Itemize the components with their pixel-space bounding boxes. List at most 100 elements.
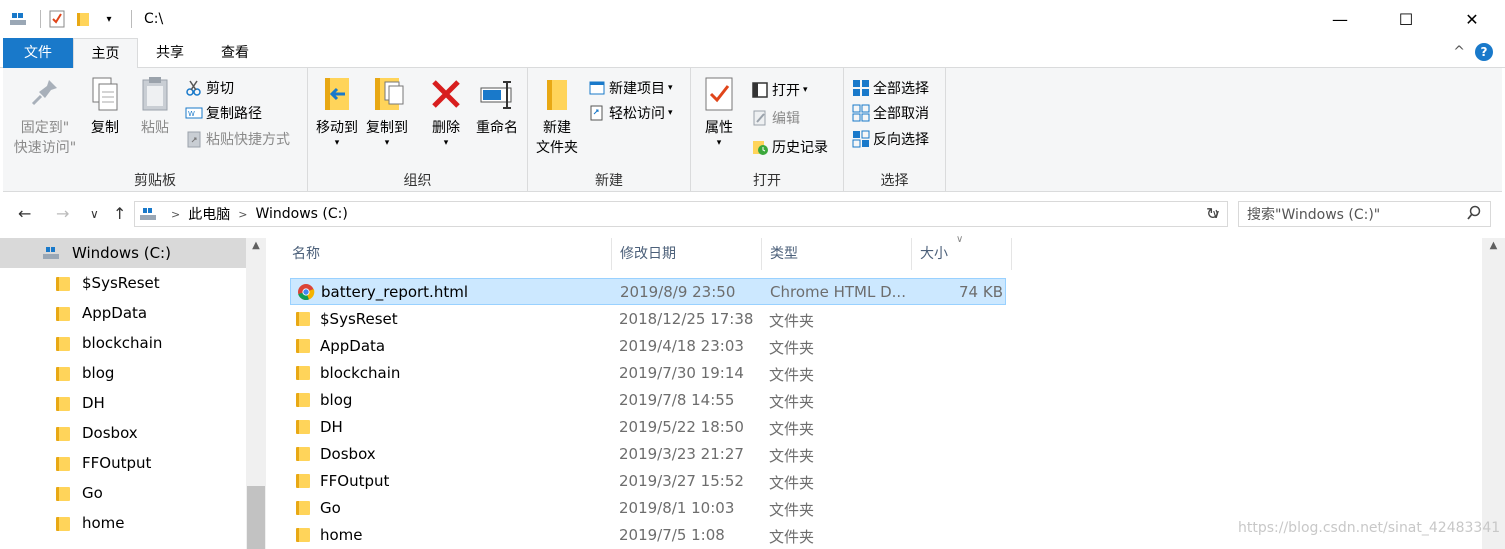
minimize-button[interactable]: — [1307, 0, 1373, 38]
recent-locations-button[interactable]: ∨ [90, 207, 99, 221]
new-item-icon [588, 79, 606, 97]
invert-selection-button[interactable]: 反向选择 [852, 127, 929, 151]
nav-item-appdata[interactable]: AppData [0, 298, 246, 328]
new-item-button[interactable]: 新建项目 ▾ [588, 76, 673, 100]
new-folder-button[interactable]: 新建 文件夹 [532, 74, 582, 158]
select-none-button[interactable]: 全部取消 [852, 101, 929, 125]
scroll-up-icon[interactable]: ▲ [1482, 240, 1505, 251]
breadcrumb-chevron[interactable]: > [171, 208, 180, 221]
history-label: 历史记录 [772, 140, 828, 156]
maximize-button[interactable]: ☐ [1373, 0, 1439, 38]
properties-button[interactable]: 属性 ▾ [699, 74, 739, 148]
edit-button[interactable]: 编辑 [751, 106, 800, 130]
organize-group-label: 组织 [403, 173, 432, 189]
file-row[interactable]: blog 2019/7/8 14:55 文件夹 [290, 387, 1006, 414]
properties-icon-large [701, 74, 737, 114]
file-date: 2019/5/22 18:50 [619, 418, 744, 436]
easy-access-button[interactable]: 轻松访问 ▾ [588, 101, 673, 125]
file-row[interactable]: DH 2019/5/22 18:50 文件夹 [290, 414, 1006, 441]
nav-item-sysreset[interactable]: $SysReset [0, 268, 246, 298]
history-button[interactable]: 历史记录 [751, 135, 828, 159]
pin-label-line2: 快速访问" [13, 140, 77, 156]
rename-button[interactable]: 重命名 [472, 74, 522, 138]
open-dropdown-icon: ▾ [803, 85, 808, 95]
paste-shortcut-button[interactable]: 粘贴快捷方式 [185, 127, 290, 151]
up-button[interactable]: ↑ [113, 204, 126, 223]
file-row[interactable]: battery_report.html 2019/8/9 23:50 Chrom… [290, 278, 1006, 305]
file-list-scrollbar[interactable]: ▲ [1482, 238, 1505, 549]
scroll-up-icon[interactable]: ▲ [246, 240, 266, 251]
chrome-icon [297, 283, 315, 301]
file-row[interactable]: FFOutput 2019/3/27 15:52 文件夹 [290, 468, 1006, 495]
collapse-ribbon-icon[interactable]: ^ [1453, 44, 1465, 60]
column-header-date[interactable]: 修改日期 [612, 238, 762, 270]
nav-scrollbar[interactable]: ▲ [246, 238, 266, 549]
delete-button[interactable]: 删除 ▾ [426, 74, 466, 148]
file-date: 2019/4/18 23:03 [619, 337, 744, 355]
nav-item-home[interactable]: home [0, 508, 246, 538]
folder-icon [56, 335, 70, 351]
nav-item-blockchain[interactable]: blockchain [0, 328, 246, 358]
file-type: 文件夹 [769, 366, 815, 384]
breadcrumb-chevron[interactable]: > [238, 208, 247, 221]
minimize-icon: — [1332, 9, 1348, 29]
back-button[interactable]: ← [18, 204, 31, 223]
help-icon[interactable]: ? [1475, 43, 1493, 61]
file-name: blog [320, 391, 353, 409]
pin-quick-access-button[interactable]: 固定到" 快速访问" [9, 74, 81, 158]
folder-icon [296, 310, 314, 328]
new-folder-icon[interactable] [73, 9, 93, 29]
paste-shortcut-icon [185, 130, 203, 148]
drive-icon[interactable] [8, 9, 28, 29]
forward-button[interactable]: → [56, 204, 69, 223]
breadcrumb-this-pc[interactable]: 此电脑 [188, 204, 230, 224]
copy-label: 复制 [91, 120, 119, 136]
nav-scrollbar-thumb[interactable] [247, 486, 265, 549]
column-header-name[interactable]: 名称 [284, 238, 612, 270]
properties-icon[interactable] [47, 9, 67, 29]
folder-icon [296, 337, 314, 355]
copy-button[interactable]: 复制 [85, 74, 125, 138]
nav-item-label: DH [82, 394, 105, 412]
easy-access-icon [588, 104, 606, 122]
nav-item-dh[interactable]: DH [0, 388, 246, 418]
folder-icon [56, 275, 70, 291]
file-row[interactable]: $SysReset 2018/12/25 17:38 文件夹 [290, 306, 1006, 333]
nav-item-go[interactable]: Go [0, 478, 246, 508]
easy-access-dropdown-icon: ▾ [668, 108, 673, 118]
select-all-button[interactable]: 全部选择 [852, 76, 929, 100]
select-none-label: 全部取消 [873, 106, 929, 122]
tab-home[interactable]: 主页 [73, 38, 138, 69]
column-header-type[interactable]: 类型 [762, 238, 912, 270]
nav-item-windows-c[interactable]: Windows (C:) [0, 238, 246, 268]
search-input[interactable]: 搜索"Windows (C:)" [1238, 201, 1491, 227]
close-button[interactable]: ✕ [1439, 0, 1505, 38]
nav-item-dosbox[interactable]: Dosbox [0, 418, 246, 448]
tab-view[interactable]: 查看 [204, 38, 266, 68]
nav-item-blog[interactable]: blog [0, 358, 246, 388]
move-to-button[interactable]: 移动到 ▾ [314, 74, 360, 148]
refresh-button[interactable]: ↻ [1206, 204, 1219, 223]
tab-file[interactable]: 文件 [3, 38, 73, 68]
customize-toolbar-dropdown[interactable]: ▾ [99, 9, 119, 29]
cut-button[interactable]: 剪切 [185, 76, 234, 100]
folder-icon [296, 445, 314, 463]
paste-button[interactable]: 粘贴 [135, 74, 175, 138]
copy-path-button[interactable]: W 复制路径 [185, 101, 262, 125]
file-row[interactable]: Dosbox 2019/3/23 21:27 文件夹 [290, 441, 1006, 468]
file-row[interactable]: Go 2019/8/1 10:03 文件夹 [290, 495, 1006, 522]
breadcrumb-drive-c[interactable]: Windows (C:) [255, 206, 347, 222]
file-row[interactable]: blockchain 2019/7/30 19:14 文件夹 [290, 360, 1006, 387]
move-to-dropdown-icon: ▾ [334, 138, 340, 148]
open-button[interactable]: 打开 ▾ [751, 78, 808, 102]
tab-share[interactable]: 共享 [142, 38, 198, 68]
nav-item-label: home [82, 514, 125, 532]
new-folder-label-line1: 新建 [543, 120, 571, 136]
nav-item-ffoutput[interactable]: FFOutput [0, 448, 246, 478]
file-row[interactable]: AppData 2019/4/18 23:03 文件夹 [290, 333, 1006, 360]
move-to-label: 移动到 [316, 120, 358, 136]
file-row[interactable]: home 2019/7/5 1:08 文件夹 [290, 522, 1006, 549]
edit-label: 编辑 [772, 111, 800, 127]
address-bar[interactable]: > 此电脑 > Windows (C:) ∨ [134, 201, 1228, 227]
copy-to-button[interactable]: 复制到 ▾ [364, 74, 410, 148]
